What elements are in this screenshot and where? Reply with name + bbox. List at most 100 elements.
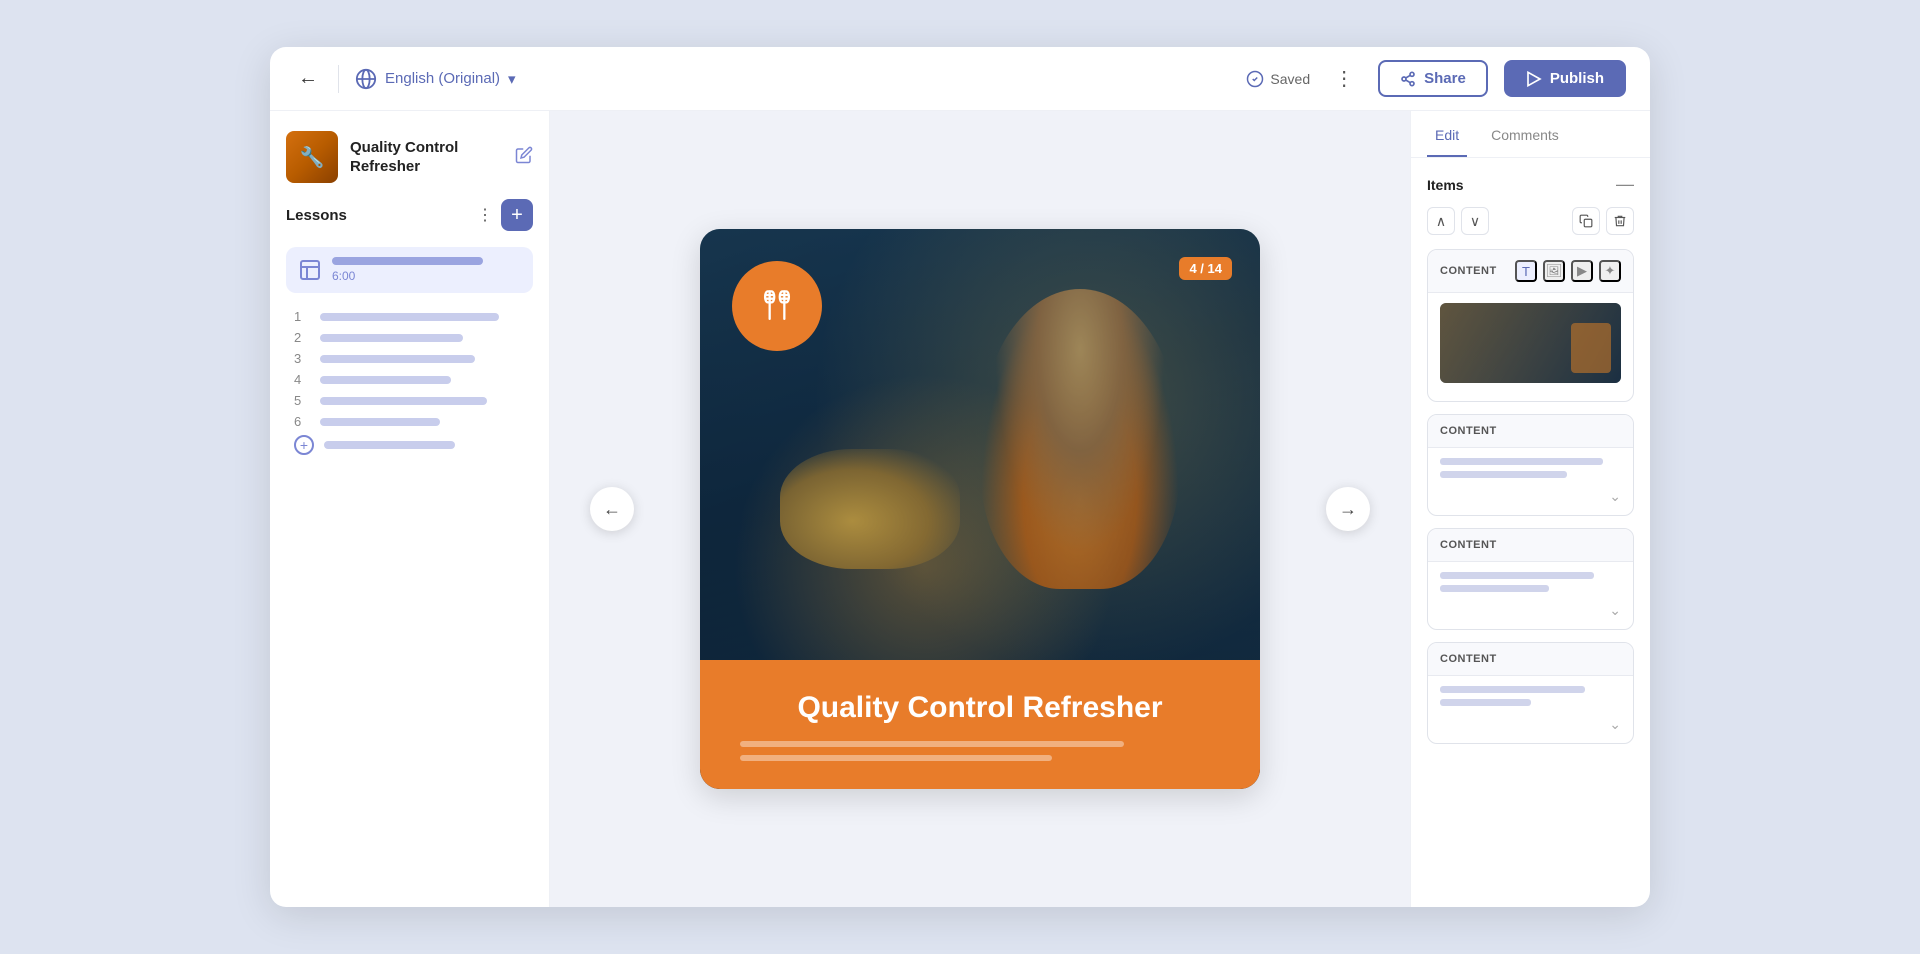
sub-bar — [324, 441, 455, 449]
content-text-bar — [1440, 585, 1549, 592]
tab-edit[interactable]: Edit — [1427, 111, 1467, 157]
sidebar: 🔧 Quality Control Refresher Lessons ⋮ + — [270, 111, 550, 907]
course-title: Quality Control Refresher — [350, 138, 503, 177]
share-label: Share — [1424, 70, 1466, 87]
sub-bar — [320, 418, 440, 426]
lesson-file-icon — [298, 258, 322, 282]
lesson-item-active[interactable]: 6:00 — [286, 247, 533, 293]
lessons-label: Lessons — [286, 207, 347, 224]
language-selector[interactable]: English (Original) ▾ — [355, 68, 516, 90]
text-type-button[interactable]: T — [1515, 260, 1537, 282]
person-shape — [980, 289, 1180, 589]
prev-slide-button[interactable]: ← — [590, 487, 634, 531]
sub-lessons-list: 1 2 3 4 5 — [286, 309, 533, 455]
add-sub-lesson-button[interactable]: + — [294, 435, 314, 455]
content-card-1: CONTENT T 🖼 ▶ ✦ — [1427, 249, 1634, 402]
gloves-shape — [780, 449, 960, 569]
right-panel: Edit Comments Items — ∧ ∨ — [1410, 111, 1650, 907]
right-panel-tabs: Edit Comments — [1411, 111, 1650, 158]
content-type-icons-1: T 🖼 ▶ ✦ — [1515, 260, 1621, 282]
check-circle-icon — [1246, 70, 1264, 88]
header: ← English (Original) ▾ Saved ⋮ — [270, 47, 1650, 111]
list-item[interactable]: 1 — [294, 309, 533, 324]
sub-bar — [320, 334, 463, 342]
content-text-bar — [1440, 572, 1594, 579]
slide-icon-circle — [732, 261, 822, 351]
content-chevron-button[interactable]: ⌄ — [1609, 488, 1621, 505]
slide-badge: 4 / 14 — [1179, 257, 1232, 280]
slide-text-box: Quality Control Refresher — [700, 660, 1260, 789]
edit-course-button[interactable] — [515, 146, 533, 169]
content-card-2: CONTENT ⌄ — [1427, 414, 1634, 516]
sub-num: 1 — [294, 309, 310, 324]
canvas-area: ← — [550, 111, 1410, 907]
globe-icon — [355, 68, 377, 90]
lesson-time: 6:00 — [332, 269, 521, 283]
items-toolbar: ∧ ∨ — [1427, 207, 1634, 235]
content-card-body-1 — [1428, 293, 1633, 401]
content-card-body-2: ⌄ — [1428, 448, 1633, 515]
sub-num: 6 — [294, 414, 310, 429]
publish-icon — [1526, 71, 1542, 87]
tools-icon — [755, 284, 799, 328]
slide-title: Quality Control Refresher — [740, 688, 1220, 727]
slide-lines — [740, 741, 1220, 761]
sub-bar — [320, 355, 475, 363]
move-up-button[interactable]: ∧ — [1427, 207, 1455, 235]
tab-comments[interactable]: Comments — [1483, 111, 1567, 157]
more-button[interactable]: ⋮ — [1326, 62, 1362, 95]
content-chevron-button[interactable]: ⌄ — [1609, 716, 1621, 733]
publish-button[interactable]: Publish — [1504, 60, 1626, 97]
content-text-bar — [1440, 471, 1567, 478]
course-thumbnail: 🔧 — [286, 131, 338, 183]
content-card-body-4: ⌄ — [1428, 676, 1633, 743]
content-card-header-2: CONTENT — [1428, 415, 1633, 448]
list-item[interactable]: 2 — [294, 330, 533, 345]
list-item[interactable]: 6 — [294, 414, 533, 429]
back-button[interactable]: ← — [294, 63, 322, 94]
header-divider — [338, 65, 339, 93]
content-card-body-3: ⌄ — [1428, 562, 1633, 629]
list-item[interactable]: 4 — [294, 372, 533, 387]
content-text-bar — [1440, 458, 1603, 465]
pencil-icon — [515, 146, 533, 164]
dropdown-arrow: ▾ — [508, 70, 516, 88]
lesson-bar-group: 6:00 — [332, 257, 521, 283]
sub-bar — [320, 397, 487, 405]
content-label-3: CONTENT — [1440, 539, 1497, 551]
content-card-header-4: CONTENT — [1428, 643, 1633, 676]
slide-container: 4 / 14 Quality Control Refresher — [700, 229, 1260, 789]
items-label: Items — [1427, 177, 1464, 193]
lessons-actions: ⋮ + — [477, 199, 533, 231]
list-item[interactable]: 5 — [294, 393, 533, 408]
add-lesson-button[interactable]: + — [501, 199, 533, 231]
delete-button[interactable] — [1606, 207, 1634, 235]
content-thumbnail-1 — [1440, 303, 1621, 383]
interactive-type-button[interactable]: ✦ — [1599, 260, 1621, 282]
thumb-figure — [1571, 323, 1611, 373]
content-label-4: CONTENT — [1440, 653, 1497, 665]
content-text-bar — [1440, 686, 1585, 693]
next-slide-button[interactable]: → — [1326, 487, 1370, 531]
main-body: 🔧 Quality Control Refresher Lessons ⋮ + — [270, 111, 1650, 907]
move-down-button[interactable]: ∨ — [1461, 207, 1489, 235]
share-button[interactable]: Share — [1378, 60, 1488, 97]
saved-status: Saved — [1246, 70, 1310, 88]
content-text-bar — [1440, 699, 1531, 706]
sub-num: 2 — [294, 330, 310, 345]
course-header: 🔧 Quality Control Refresher — [286, 131, 533, 183]
content-card-3: CONTENT ⌄ — [1427, 528, 1634, 630]
trash-icon — [1613, 214, 1627, 228]
list-item[interactable]: 3 — [294, 351, 533, 366]
video-type-button[interactable]: ▶ — [1571, 260, 1593, 282]
list-item[interactable]: + — [294, 435, 533, 455]
lessons-more-button[interactable]: ⋮ — [477, 205, 493, 225]
lessons-header: Lessons ⋮ + — [286, 199, 533, 231]
content-card-header-1: CONTENT T 🖼 ▶ ✦ — [1428, 250, 1633, 293]
items-collapse-button[interactable]: — — [1616, 174, 1634, 195]
sub-num: 4 — [294, 372, 310, 387]
duplicate-button[interactable] — [1572, 207, 1600, 235]
publish-label: Publish — [1550, 70, 1604, 87]
content-chevron-button[interactable]: ⌄ — [1609, 602, 1621, 619]
image-type-button[interactable]: 🖼 — [1543, 260, 1565, 282]
